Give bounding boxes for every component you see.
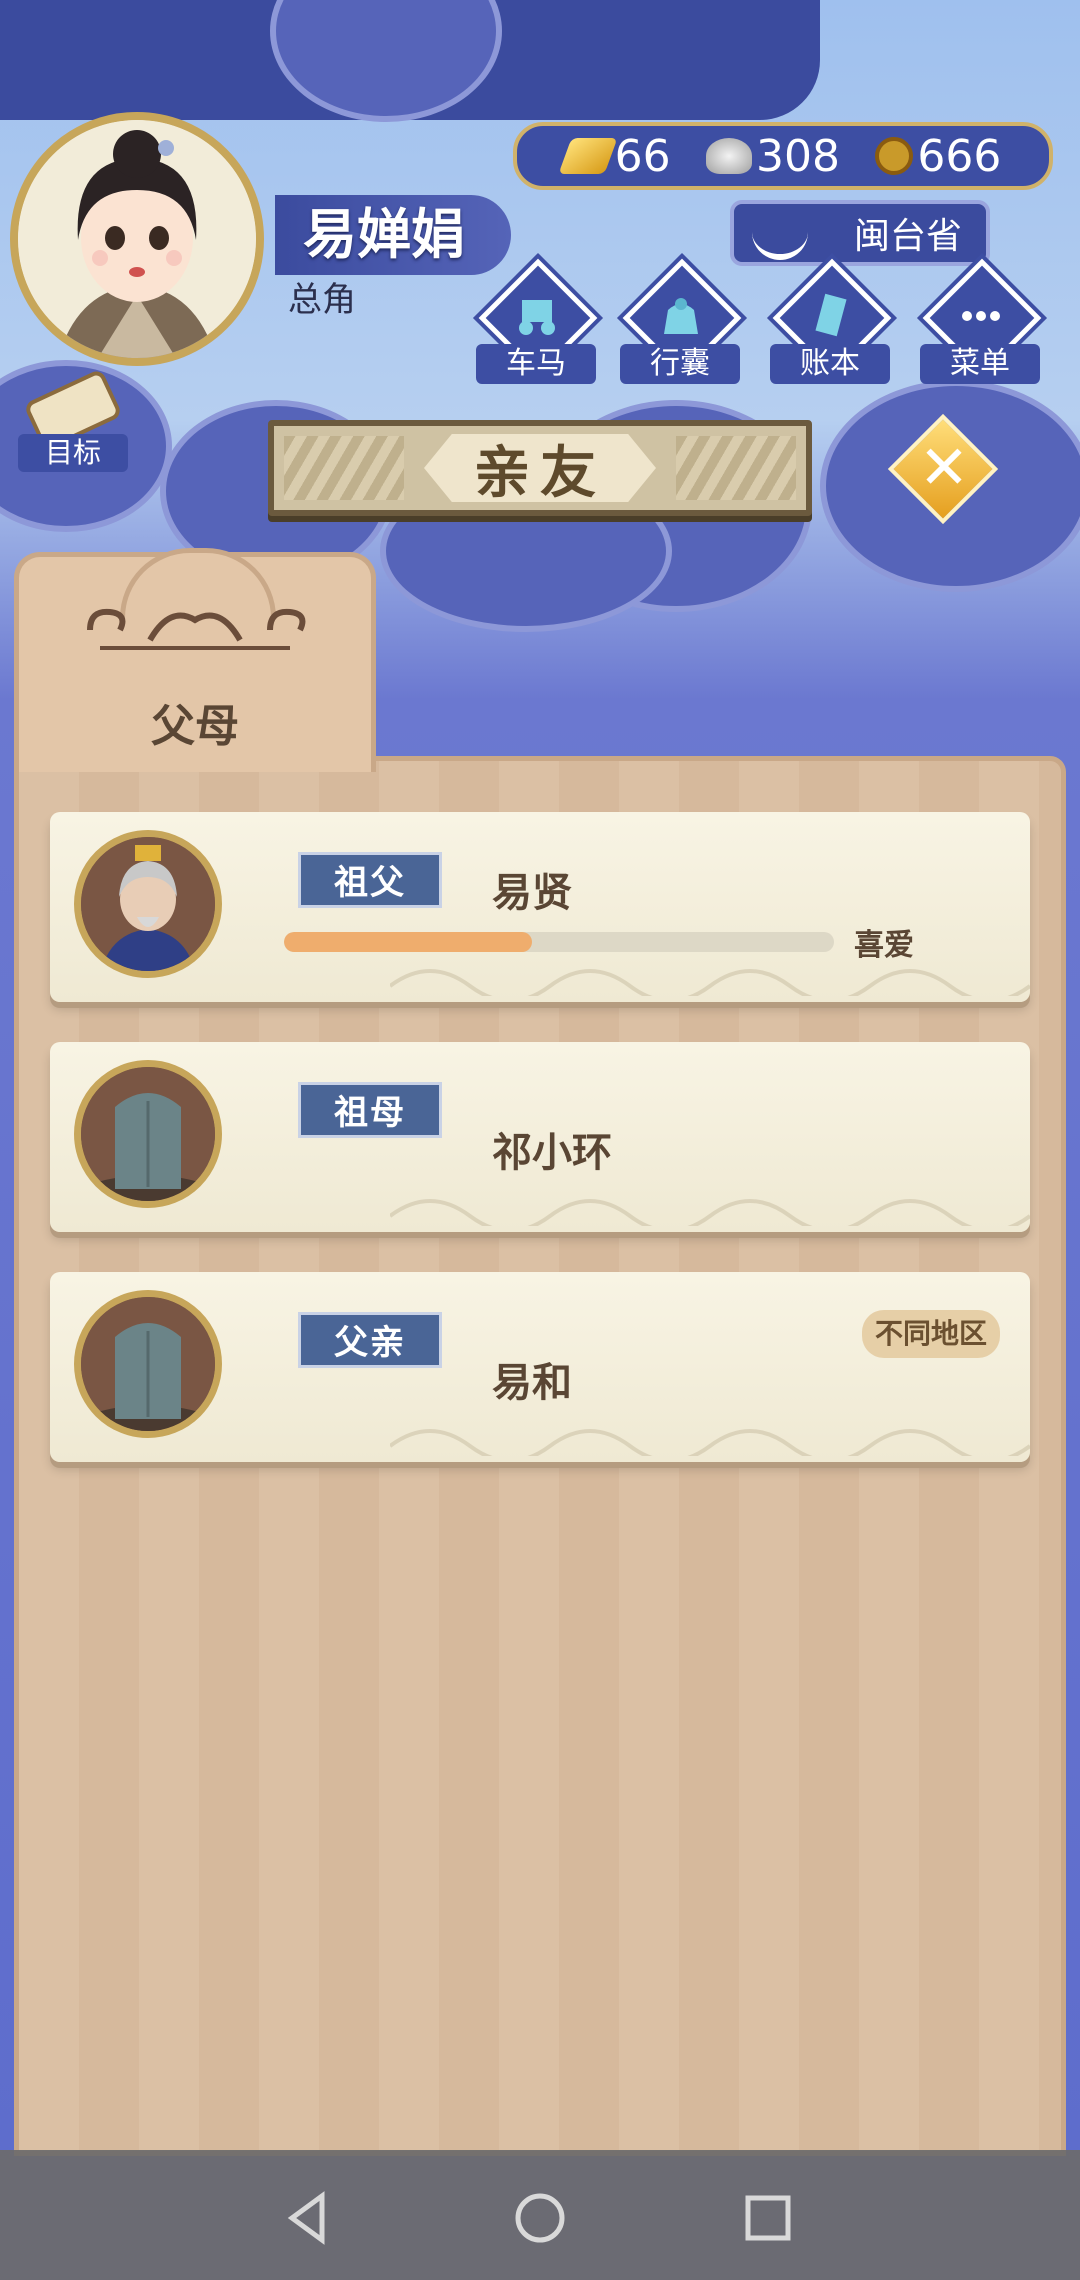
relation-badge: 父亲 <box>298 1312 442 1368</box>
gold-currency: 66 <box>558 130 671 182</box>
wave-pattern <box>390 1429 1030 1456</box>
ledger-icon <box>815 293 847 337</box>
player-name: 易婵娟 <box>275 195 511 275</box>
relative-name: 易和 <box>492 1360 572 1406</box>
nav-label: 车马 <box>476 344 596 384</box>
copper-currency: 666 <box>875 131 1001 182</box>
gold-amount: 66 <box>614 130 671 182</box>
silver-ingot-icon <box>706 138 753 174</box>
silver-currency: 308 <box>706 131 840 182</box>
goal-label: 目标 <box>18 434 128 472</box>
goal-button[interactable]: 目标 <box>18 368 128 474</box>
affection-bar <box>284 932 834 952</box>
tombstone-icon <box>81 1297 215 1431</box>
elderly-man-avatar <box>74 830 222 978</box>
relative-card-grandmother[interactable]: 祖母 祁小环 <box>50 1042 1030 1232</box>
cloud-ornament-icon <box>87 608 306 650</box>
affection-bar-fill <box>284 932 532 952</box>
nav-label: 账本 <box>770 344 890 384</box>
back-icon[interactable] <box>278 2188 338 2248</box>
nav-label: 菜单 <box>920 344 1040 384</box>
relative-name: 祁小环 <box>492 1130 612 1176</box>
map-pin-icon <box>752 214 808 260</box>
nav-carriage-button[interactable]: 车马 <box>476 258 598 388</box>
tombstone-avatar <box>74 1290 222 1438</box>
player-role: 总角 <box>288 280 356 320</box>
nav-menu-button[interactable]: 菜单 <box>920 258 1042 388</box>
nav-label: 行囊 <box>620 344 740 384</box>
tombstone-avatar <box>74 1060 222 1208</box>
copper-amount: 666 <box>917 130 1002 182</box>
relation-badge: 祖母 <box>298 1082 442 1138</box>
girl-portrait-icon <box>18 120 256 358</box>
recents-icon[interactable] <box>738 2188 798 2248</box>
copper-coin-icon <box>875 137 914 175</box>
province-label: 闽台省 <box>853 216 962 257</box>
tab-label: 父母 <box>151 701 239 752</box>
wave-pattern <box>390 1199 1030 1226</box>
currency-bar: 66 308 666 <box>513 122 1053 190</box>
affection-label: 喜爱 <box>854 928 914 963</box>
relation-badge: 祖父 <box>298 852 442 908</box>
close-icon: ✕ <box>918 433 970 503</box>
silver-amount: 308 <box>756 130 840 182</box>
province-button[interactable]: 闽台省 <box>730 200 990 266</box>
relative-card-grandfather[interactable]: 祖父 易贤 喜爱 <box>50 812 1030 1002</box>
grandfather-portrait-icon <box>81 837 215 971</box>
title-plaque: 亲友 <box>268 420 812 516</box>
region-tag: 不同地区 <box>862 1310 1000 1358</box>
title-ornament <box>284 436 404 500</box>
page-title: 亲友 <box>424 434 656 502</box>
home-icon[interactable] <box>510 2188 570 2248</box>
nav-ledger-button[interactable]: 账本 <box>770 258 892 388</box>
gold-ingot-icon <box>558 138 618 174</box>
relative-card-father[interactable]: 父亲 易和 不同地区 <box>50 1272 1030 1462</box>
menu-icon <box>962 311 1000 321</box>
relative-name: 易贤 <box>492 870 572 916</box>
tombstone-icon <box>81 1067 215 1201</box>
carriage-icon <box>519 300 555 335</box>
bag-icon <box>664 298 698 334</box>
player-avatar[interactable] <box>10 112 264 366</box>
title-ornament <box>676 436 796 500</box>
nav-bag-button[interactable]: 行囊 <box>620 258 742 388</box>
